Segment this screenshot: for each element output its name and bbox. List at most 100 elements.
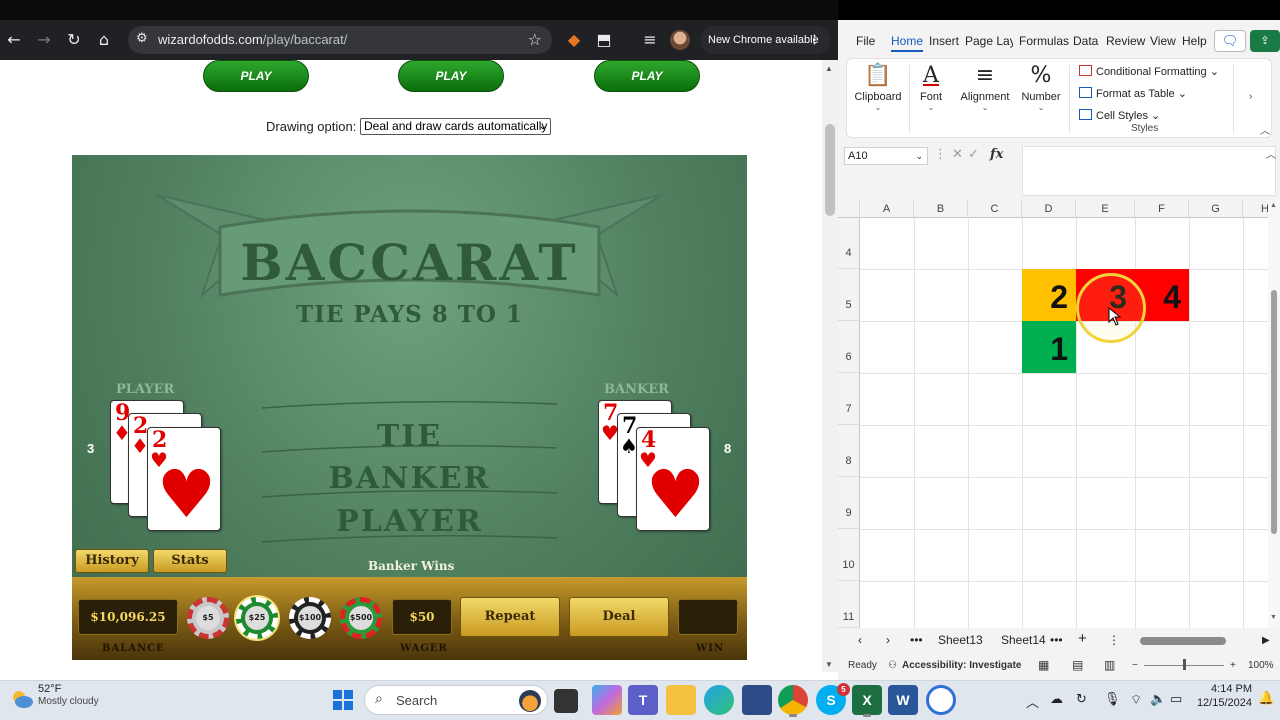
weather-temperature[interactable]: 52°F — [38, 683, 61, 695]
task-view-icon[interactable] — [554, 689, 578, 713]
zoom-out-icon[interactable]: − — [1132, 660, 1138, 671]
cell-styles-button[interactable]: Cell Styles ⌄ — [1079, 109, 1160, 122]
row-header-4[interactable]: 4 — [838, 218, 860, 269]
column-header-g[interactable]: G — [1189, 200, 1243, 218]
scroll-thumb[interactable] — [1271, 290, 1277, 534]
chip-100[interactable]: $100 — [289, 597, 331, 639]
scroll-thumb[interactable] — [1140, 637, 1226, 645]
sheet-tab-13[interactable]: Sheet13 — [938, 633, 983, 647]
insert-function-icon[interactable]: fx — [990, 147, 1003, 162]
ribbon-expand-icon[interactable]: › — [1249, 91, 1252, 102]
scroll-up-arrow-icon[interactable]: ▲ — [825, 64, 833, 73]
horizontal-scrollbar[interactable] — [1134, 637, 1260, 645]
sheet-vertical-scrollbar[interactable]: ▲ ▼ — [1268, 200, 1280, 628]
normal-view-icon[interactable]: ▦ — [1038, 658, 1049, 672]
tab-help[interactable]: Help — [1182, 34, 1207, 48]
taskbar-search[interactable]: ⌕ Search — [364, 685, 548, 715]
tune-icon[interactable]: ⚙ — [136, 31, 148, 46]
number-button[interactable]: % Number ⌄ — [1019, 59, 1063, 139]
chip-5[interactable]: $5 — [187, 597, 229, 639]
play-button-1[interactable]: PLAY — [203, 60, 309, 92]
teams-icon[interactable]: T — [628, 685, 658, 715]
column-header-d[interactable]: D — [1022, 200, 1076, 218]
scroll-right-arrow-icon[interactable]: ▶ — [1262, 635, 1270, 646]
row-header-11[interactable]: 11 — [838, 581, 860, 628]
word-icon[interactable]: W — [888, 685, 918, 715]
enter-icon[interactable]: ✓ — [968, 147, 979, 162]
play-button-2[interactable]: PLAY — [398, 60, 504, 92]
star-icon[interactable]: ☆ — [528, 30, 542, 49]
format-as-table-button[interactable]: Format as Table ⌄ — [1079, 87, 1187, 100]
sync-icon[interactable]: ↻ — [1076, 692, 1087, 707]
more-icon[interactable]: ⋮ — [934, 147, 947, 162]
file-explorer-icon[interactable] — [666, 685, 696, 715]
profile-avatar[interactable] — [670, 30, 690, 50]
row-header-10[interactable]: 10 — [838, 529, 860, 581]
repeat-button[interactable]: Repeat — [460, 597, 560, 637]
weather-cloudy-icon[interactable] — [10, 687, 34, 711]
cancel-icon[interactable]: ✕ — [952, 147, 963, 162]
forward-arrow-icon[interactable]: → — [34, 30, 54, 50]
collapse-formula-icon[interactable]: ︿ — [1266, 146, 1276, 161]
tab-review[interactable]: Review — [1106, 34, 1145, 48]
clipboard-button[interactable]: 📋 Clipboard ⌄ — [849, 59, 907, 139]
media-icon[interactable]: ≡ — [640, 30, 660, 50]
edge-icon[interactable] — [704, 685, 734, 715]
alignment-button[interactable]: ≡ Alignment ⌄ — [957, 59, 1013, 139]
share-icon[interactable]: ⇪ — [1250, 30, 1280, 52]
chip-500[interactable]: $500 — [340, 597, 382, 639]
row-header-5[interactable]: 5 — [838, 269, 860, 321]
play-button-3[interactable]: PLAY — [594, 60, 700, 92]
column-header-f[interactable]: F — [1135, 200, 1189, 218]
reload-icon[interactable]: ↻ — [64, 30, 84, 50]
more-sheets-icon[interactable]: ••• — [1050, 633, 1063, 647]
clock-time[interactable]: 4:14 PM — [1196, 683, 1252, 695]
store-icon[interactable] — [742, 685, 772, 715]
deal-button[interactable]: Deal — [569, 597, 669, 637]
stats-button[interactable]: Stats — [153, 549, 227, 573]
microphone-icon[interactable]: 🎙 — [1104, 692, 1121, 707]
column-header-b[interactable]: B — [914, 200, 968, 218]
next-sheet-icon[interactable]: › — [886, 633, 890, 647]
skype-icon[interactable]: S5 — [816, 683, 850, 715]
font-button[interactable]: A Font ⌄ — [911, 59, 951, 139]
tab-page-layout[interactable]: Page Layo — [965, 34, 1013, 48]
back-arrow-icon[interactable]: ← — [4, 30, 24, 50]
tab-data[interactable]: Data — [1073, 34, 1098, 48]
excel-icon[interactable]: X — [852, 685, 882, 717]
name-box[interactable]: A10 ⌄ — [844, 147, 928, 165]
extension-icon[interactable]: ◆ — [564, 30, 584, 50]
zoom-in-icon[interactable]: + — [1230, 660, 1236, 671]
row-header-8[interactable]: 8 — [838, 425, 860, 477]
notification-bell-icon[interactable]: 🔔 — [1258, 691, 1274, 706]
volume-icon[interactable]: 🔈 — [1150, 692, 1166, 707]
comment-icon[interactable]: 🗨 — [1214, 30, 1246, 52]
wifi-icon[interactable]: ⌔ — [1130, 692, 1142, 708]
page-scrollbar[interactable]: ▲ ▼ — [822, 60, 838, 672]
url-text[interactable]: wizardofodds.com/play/baccarat/ — [158, 32, 347, 47]
app-icon[interactable] — [926, 685, 956, 715]
new-chrome-button[interactable]: New Chrome available ⋮ — [700, 26, 830, 54]
column-header-c[interactable]: C — [968, 200, 1022, 218]
scroll-up-arrow-icon[interactable]: ▲ — [1270, 202, 1277, 209]
clock-date[interactable]: 12/15/2024 — [1196, 697, 1252, 709]
row-header-9[interactable]: 9 — [838, 477, 860, 529]
column-header-e[interactable]: E — [1076, 200, 1135, 218]
copilot-icon[interactable] — [592, 685, 622, 715]
sheet-tab-14[interactable]: Sheet14 — [1001, 633, 1046, 647]
sheet-menu-icon[interactable]: ⋮ — [1108, 633, 1120, 647]
drawing-option-select[interactable]: Deal and draw cards automatically ⌄ — [360, 118, 551, 135]
home-icon[interactable]: ⌂ — [94, 30, 114, 50]
tab-file[interactable]: File — [856, 34, 875, 48]
worksheet-grid[interactable]: A B C D E F G H 4 5 6 7 8 9 10 11 2 3 4 … — [838, 200, 1280, 628]
accessibility-icon[interactable]: ⚇ — [888, 660, 897, 671]
history-button[interactable]: History — [75, 549, 149, 573]
page-break-view-icon[interactable]: ▥ — [1104, 658, 1115, 672]
prev-sheet-icon[interactable]: ‹ — [858, 633, 862, 647]
tab-insert[interactable]: Insert — [929, 34, 959, 48]
more-sheets-icon[interactable]: ••• — [910, 633, 923, 647]
column-header-a[interactable]: A — [860, 200, 914, 218]
tab-view[interactable]: View — [1150, 34, 1176, 48]
cell-d6[interactable]: 1 — [1022, 321, 1076, 373]
conditional-formatting-button[interactable]: Conditional Formatting ⌄ — [1079, 65, 1219, 78]
